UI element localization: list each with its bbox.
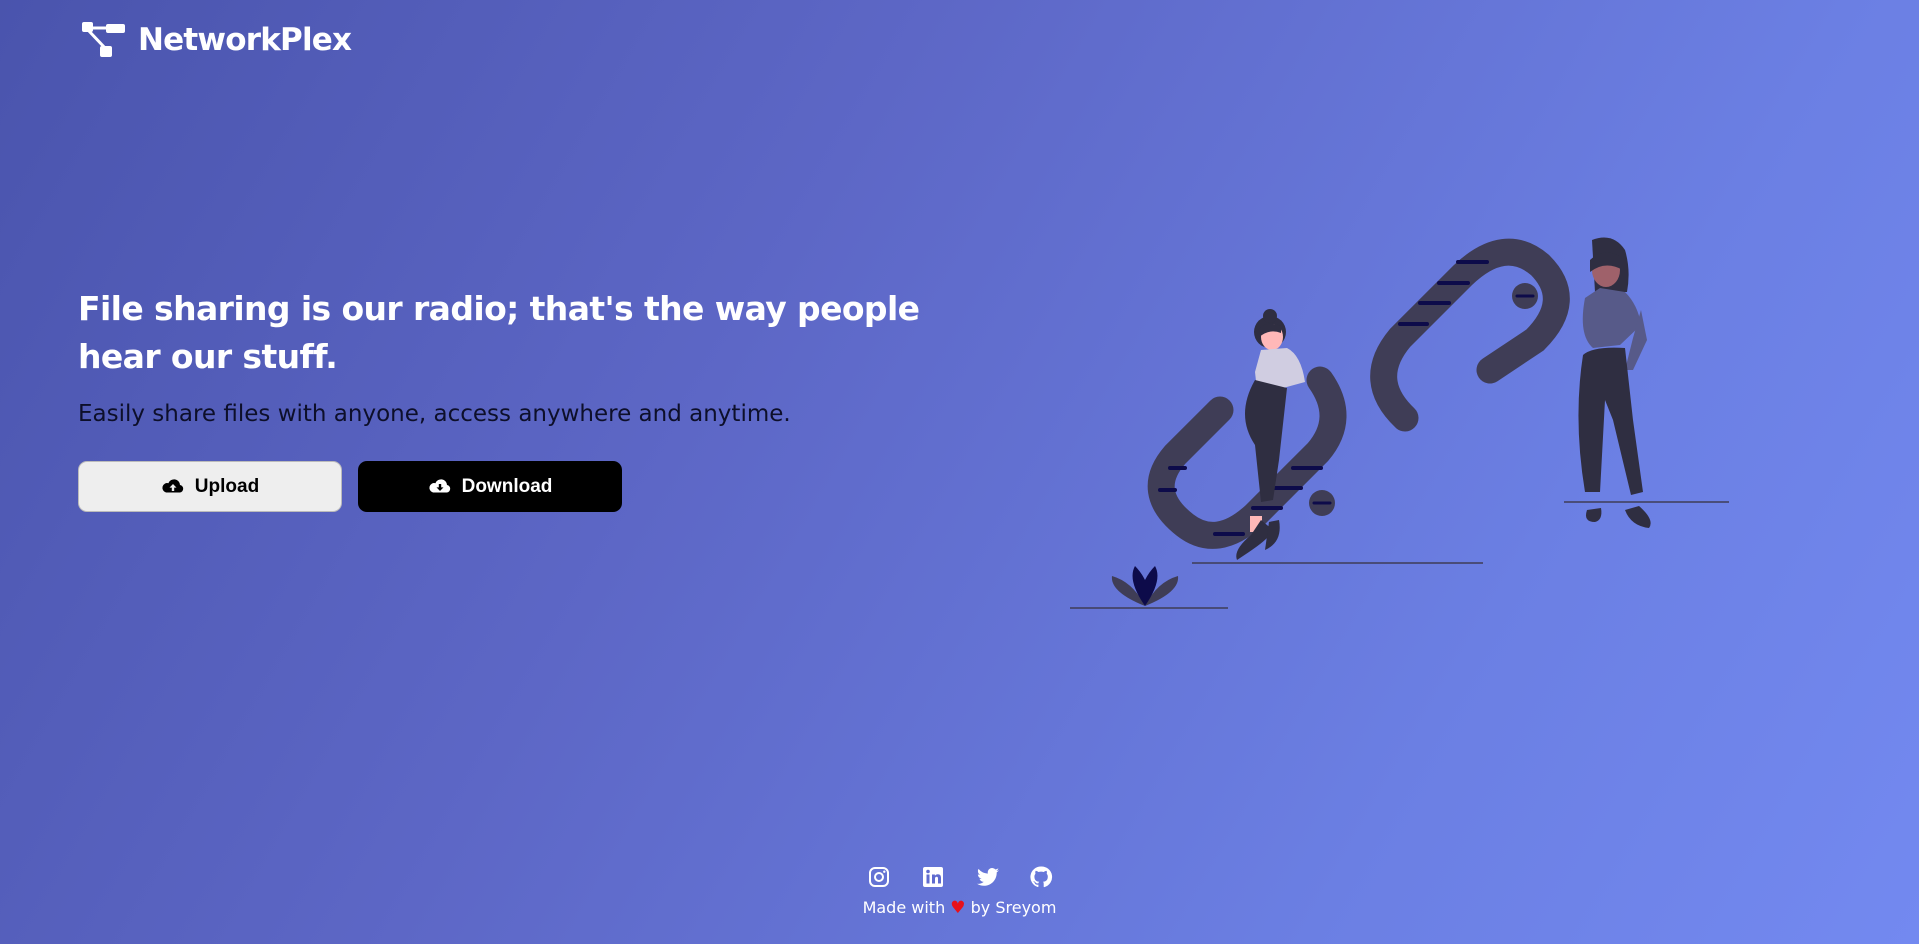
action-buttons: Upload Download [78,461,958,512]
github-icon[interactable] [1029,865,1053,889]
footer-credit: Made with ♥ by Sreyom [0,898,1919,918]
twitter-icon[interactable] [975,865,999,889]
heart-icon: ♥ [950,898,966,918]
brand-name: NetworkPlex [138,22,352,58]
footer: Made with ♥ by Sreyom [0,865,1919,918]
download-label: Download [461,475,553,497]
chain-link-icon [1147,238,1570,549]
woman-standing-figure [1578,237,1651,528]
plant-icon [1111,566,1179,606]
made-with-text: Made with [862,898,946,917]
cloud-upload-icon [162,478,183,492]
hero-subline: Easily share files with anyone, access a… [78,401,791,427]
linkedin-icon[interactable] [921,865,945,889]
social-links [0,865,1919,889]
instagram-icon[interactable] [867,865,891,889]
hero-section: File sharing is our radio; that's the wa… [78,285,958,512]
author-text: by Sreyom [970,898,1057,917]
upload-label: Upload [194,475,260,497]
download-button[interactable]: Download [358,461,622,512]
file-sharing-illustration [1070,237,1729,609]
brand-logo[interactable]: NetworkPlex [82,22,352,58]
upload-button[interactable]: Upload [78,461,342,512]
hero-headline: File sharing is our radio; that's the wa… [78,289,920,376]
network-nodes-icon [82,22,125,57]
cloud-download-icon [429,478,450,492]
